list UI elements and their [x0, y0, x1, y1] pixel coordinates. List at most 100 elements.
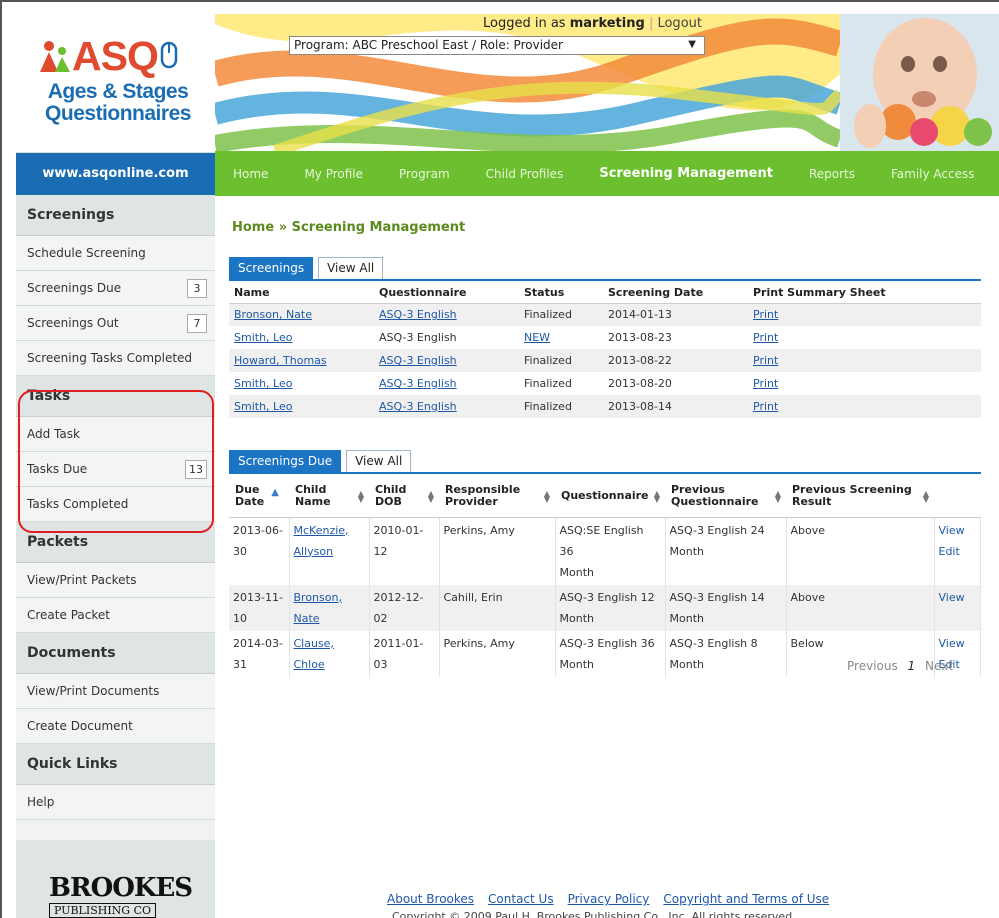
child-name-link[interactable]: Bronson,: [294, 587, 365, 608]
tab-view-all[interactable]: View All: [318, 257, 384, 280]
cell-text: Finalized: [524, 400, 572, 413]
child-name-link[interactable]: Howard, Thomas: [234, 354, 327, 367]
sidebar-item-help[interactable]: Help: [16, 785, 215, 820]
table-cell: Finalized: [519, 303, 603, 326]
footer-link-copyright-and-terms-of-use[interactable]: Copyright and Terms of Use: [663, 892, 829, 906]
sort-icon[interactable]: ▲ ▼: [544, 490, 550, 504]
sidebar-item-view-print-documents[interactable]: View/Print Documents: [16, 674, 215, 709]
child-dob: 2011-01-03: [373, 636, 424, 671]
sortable-column-header[interactable]: Responsible Provider ▲ ▼: [439, 476, 555, 518]
sidebar-item-screening-tasks-completed[interactable]: Screening Tasks Completed: [16, 341, 215, 376]
table-cell: Finalized: [519, 395, 603, 418]
due-date: 2013-11-10: [233, 590, 283, 625]
sidebar-item-label: Tasks Due: [27, 462, 88, 476]
sortable-column-header[interactable]: Child DOB ▲ ▼: [369, 476, 439, 518]
sidebar-item-add-task[interactable]: Add Task: [16, 417, 215, 452]
table-cell: 2013-08-20: [603, 372, 748, 395]
nav-item-screening-management[interactable]: Screening Management: [581, 166, 791, 181]
footer-link-contact-us[interactable]: Contact Us: [488, 892, 554, 906]
brookes-logo[interactable]: BROOKES PUBLISHING CO: [16, 840, 215, 918]
count-badge: 3: [187, 279, 207, 298]
table-cell: Above: [786, 517, 935, 585]
status-link[interactable]: NEW: [524, 331, 550, 344]
view-link[interactable]: View: [939, 520, 977, 541]
print-link[interactable]: Print: [753, 308, 778, 321]
sidebar-head-packets: Packets: [16, 522, 215, 563]
child-name-link[interactable]: Chloe: [294, 654, 365, 675]
child-name-link[interactable]: Nate: [294, 608, 365, 629]
sidebar-item-screenings-out[interactable]: Screenings Out 7: [16, 306, 215, 341]
nav-item-reports[interactable]: Reports: [791, 167, 873, 181]
child-name-link[interactable]: Smith, Leo: [234, 400, 292, 413]
table-cell: 2013-06-30: [229, 517, 290, 585]
sort-icon[interactable]: ▲ ▼: [775, 490, 781, 504]
sort-icon[interactable]: ▲ ▼: [923, 490, 929, 504]
nav-item-family-access[interactable]: Family Access: [873, 167, 993, 181]
table-cell: 2013-11-10: [229, 584, 290, 631]
sort-icon[interactable]: ▲: [271, 488, 279, 498]
child-name-link[interactable]: Smith, Leo: [234, 331, 292, 344]
sidebar-item-create-packet[interactable]: Create Packet: [16, 598, 215, 633]
print-link[interactable]: Print: [753, 400, 778, 413]
child-name-link[interactable]: Allyson: [294, 541, 365, 562]
sort-icon[interactable]: ▲ ▼: [428, 490, 434, 504]
child-name-link[interactable]: Bronson, Nate: [234, 308, 312, 321]
program-select[interactable]: Program: ABC Preschool East / Role: Prov…: [289, 36, 705, 55]
nav-item-home[interactable]: Home: [215, 167, 286, 181]
pager-next[interactable]: Next: [925, 659, 953, 673]
sidebar-item-view-print-packets[interactable]: View/Print Packets: [16, 563, 215, 598]
sort-icon[interactable]: ▲ ▼: [358, 490, 364, 504]
nav-item-program[interactable]: Program: [381, 167, 468, 181]
nav-item-child-profiles[interactable]: Child Profiles: [468, 167, 582, 181]
previous-result: Above: [790, 590, 826, 604]
pager-previous[interactable]: Previous: [847, 659, 898, 673]
questionnaire-link[interactable]: ASQ-3 English: [379, 354, 457, 367]
print-link[interactable]: Print: [753, 331, 778, 344]
questionnaire-link[interactable]: ASQ-3 English: [379, 400, 457, 413]
footer-link-privacy-policy[interactable]: Privacy Policy: [568, 892, 650, 906]
site-url[interactable]: www.asqonline.com: [16, 153, 215, 195]
sortable-column-header[interactable]: Questionnaire ▲ ▼: [555, 476, 665, 518]
sidebar-item-tasks-completed[interactable]: Tasks Completed: [16, 487, 215, 522]
tab-screenings[interactable]: Screenings: [229, 257, 314, 280]
table-cell: ASQ-3 English: [374, 326, 519, 349]
sidebar-item-tasks-due[interactable]: Tasks Due 13: [16, 452, 215, 487]
footer-link-about-brookes[interactable]: About Brookes: [387, 892, 474, 906]
view-link[interactable]: View: [939, 633, 977, 654]
sortable-column-header[interactable]: Previous Questionnaire ▲ ▼: [665, 476, 786, 518]
sortable-column-header[interactable]: Due Date ▲: [229, 476, 289, 518]
view-link[interactable]: View: [939, 587, 977, 608]
table-cell: Above: [786, 584, 935, 631]
print-link[interactable]: Print: [753, 377, 778, 390]
print-link[interactable]: Print: [753, 354, 778, 367]
column-header: Print Summary Sheet: [748, 283, 981, 304]
sidebar-item-screenings-due[interactable]: Screenings Due 3: [16, 271, 215, 306]
sidebar-item-create-document[interactable]: Create Document: [16, 709, 215, 744]
asq-logo[interactable]: ASQ Ages & Stages Questionnaires: [16, 14, 215, 153]
table-cell: Smith, Leo: [229, 372, 374, 395]
child-name-link[interactable]: Clause,: [294, 633, 365, 654]
tab-view-all[interactable]: View All: [346, 450, 412, 473]
previous-questionnaire: ASQ-3 English 8 Month: [669, 636, 758, 671]
banner-waves-graphic: [215, 14, 840, 151]
sidebar-item-schedule-screening[interactable]: Schedule Screening: [16, 236, 215, 271]
header-banner: Logged in as marketing | Logout Program:…: [215, 14, 999, 151]
tab-screenings-due[interactable]: Screenings Due: [229, 450, 342, 473]
child-name-link[interactable]: Smith, Leo: [234, 377, 292, 390]
sortable-column-header[interactable]: Child Name ▲ ▼: [289, 476, 369, 518]
nav-item-my-profile[interactable]: My Profile: [286, 167, 381, 181]
logout-link[interactable]: Logout: [657, 16, 702, 31]
edit-link[interactable]: Edit: [939, 541, 977, 562]
sortable-column-header[interactable]: Previous Screening Result ▲ ▼: [786, 476, 934, 518]
table-cell: 2014-01-13: [603, 303, 748, 326]
table-cell: ASQ:SE English 36 Month: [555, 517, 666, 585]
table-row: Smith, Leo ASQ-3 English Finalized 2013-08-…: [229, 395, 981, 418]
main-nav: Home My Profile Program Child Profiles Scree…: [215, 151, 999, 196]
cell-text: 2014-01-13: [608, 308, 672, 322]
table-cell: ASQ-3 English 12 Month: [555, 584, 666, 631]
questionnaire-link[interactable]: ASQ-3 English: [379, 308, 457, 321]
questionnaire-link[interactable]: ASQ-3 English: [379, 377, 457, 390]
child-name-link[interactable]: McKenzie,: [294, 520, 365, 541]
sort-icon[interactable]: ▲ ▼: [654, 490, 660, 504]
breadcrumb[interactable]: Home » Screening Management: [232, 220, 465, 235]
